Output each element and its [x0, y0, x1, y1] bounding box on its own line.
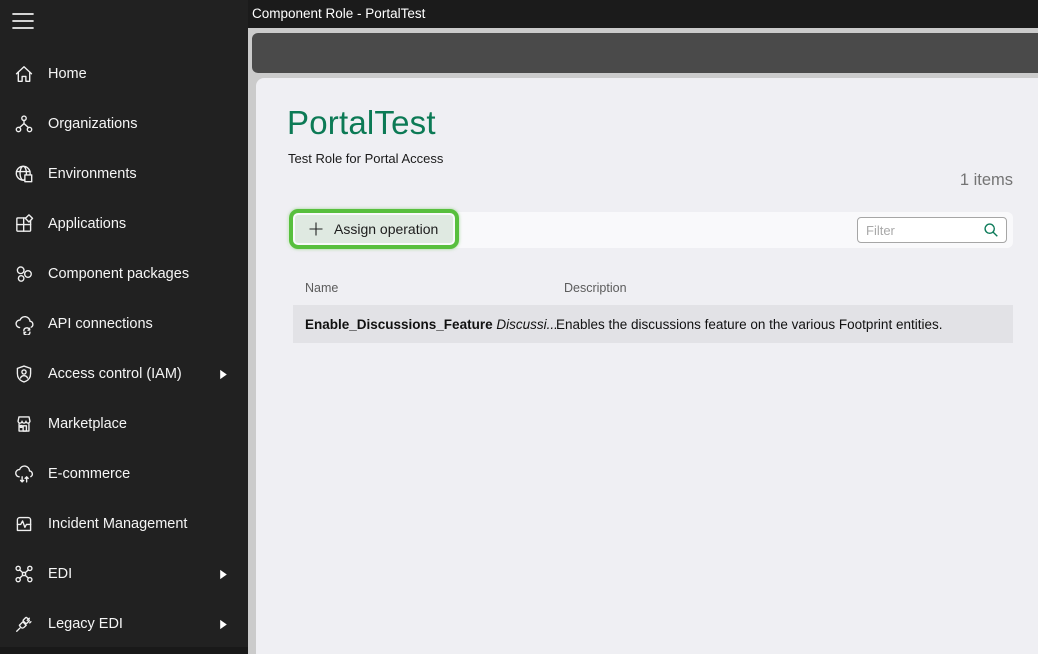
marketplace-icon — [13, 413, 35, 435]
chevron-right-icon — [220, 569, 227, 579]
sidebar-item-edi[interactable]: EDI — [0, 549, 248, 599]
edi-icon — [13, 563, 35, 585]
sidebar-item-environments[interactable]: Environments — [0, 149, 248, 199]
environments-icon — [13, 163, 35, 185]
sidebar-item-legacy-edi[interactable]: Legacy EDI — [0, 599, 248, 649]
incident-management-icon — [13, 513, 35, 535]
table-row-enable-discussions-feature[interactable]: Enable_Discussions_Feature Discussi... E… — [293, 305, 1013, 343]
sidebar: Home Organizations Environments Applicat… — [0, 0, 248, 654]
page-title: PortalTest — [287, 104, 436, 141]
chevron-right-icon — [220, 369, 227, 379]
assign-operation-label: Assign operation — [334, 221, 439, 237]
sidebar-item-organizations[interactable]: Organizations — [0, 99, 248, 149]
filter-input[interactable] — [858, 222, 983, 238]
hamburger-icon[interactable] — [12, 12, 34, 30]
access-control-icon — [13, 363, 35, 385]
search-icon — [984, 223, 998, 237]
home-icon — [13, 63, 35, 85]
filter-box — [857, 217, 1007, 243]
sidebar-nav: Home Organizations Environments Applicat… — [0, 49, 248, 649]
items-count: 1 items — [959, 171, 1013, 189]
legacy-edi-icon — [13, 613, 35, 635]
column-header-description: Description — [564, 281, 627, 295]
assign-operation-button[interactable]: Assign operation — [295, 215, 454, 243]
command-bar — [252, 33, 1038, 73]
row-name-cell: Enable_Discussions_Feature Discussi... — [305, 316, 556, 332]
row-description-cell: Enables the discussions feature on the v… — [556, 316, 943, 332]
component-packages-icon — [13, 263, 35, 285]
main-panel: PortalTest Test Role for Portal Access 1… — [256, 78, 1038, 654]
sidebar-item-home[interactable]: Home — [0, 49, 248, 99]
sidebar-item-component-packages[interactable]: Component packages — [0, 249, 248, 299]
column-header-name: Name — [305, 281, 339, 295]
ecommerce-icon — [13, 463, 35, 485]
sidebar-item-marketplace[interactable]: Marketplace — [0, 399, 248, 449]
sidebar-item-incident-management[interactable]: Incident Management — [0, 499, 248, 549]
plus-icon — [309, 222, 323, 236]
api-connections-icon — [13, 313, 35, 335]
window-title: Component Role - PortalTest — [252, 6, 426, 21]
applications-icon — [13, 213, 35, 235]
assign-operation-highlight: Assign operation — [289, 209, 460, 249]
organizations-icon — [13, 113, 35, 135]
toolbar: Assign operation — [288, 209, 1013, 249]
content-region: PortalTest Test Role for Portal Access 1… — [248, 28, 1038, 654]
sidebar-item-applications[interactable]: Applications — [0, 199, 248, 249]
table-body: Enable_Discussions_Feature Discussi... E… — [293, 305, 1013, 343]
sidebar-item-access-control-iam[interactable]: Access control (IAM) — [0, 349, 248, 399]
table-header: Name Description — [288, 273, 1013, 303]
sidebar-item-api-connections[interactable]: API connections — [0, 299, 248, 349]
chevron-right-icon — [220, 619, 227, 629]
sidebar-bottom-strip — [0, 647, 248, 654]
sidebar-item-e-commerce[interactable]: E-commerce — [0, 449, 248, 499]
page-subtitle: Test Role for Portal Access — [288, 151, 444, 166]
